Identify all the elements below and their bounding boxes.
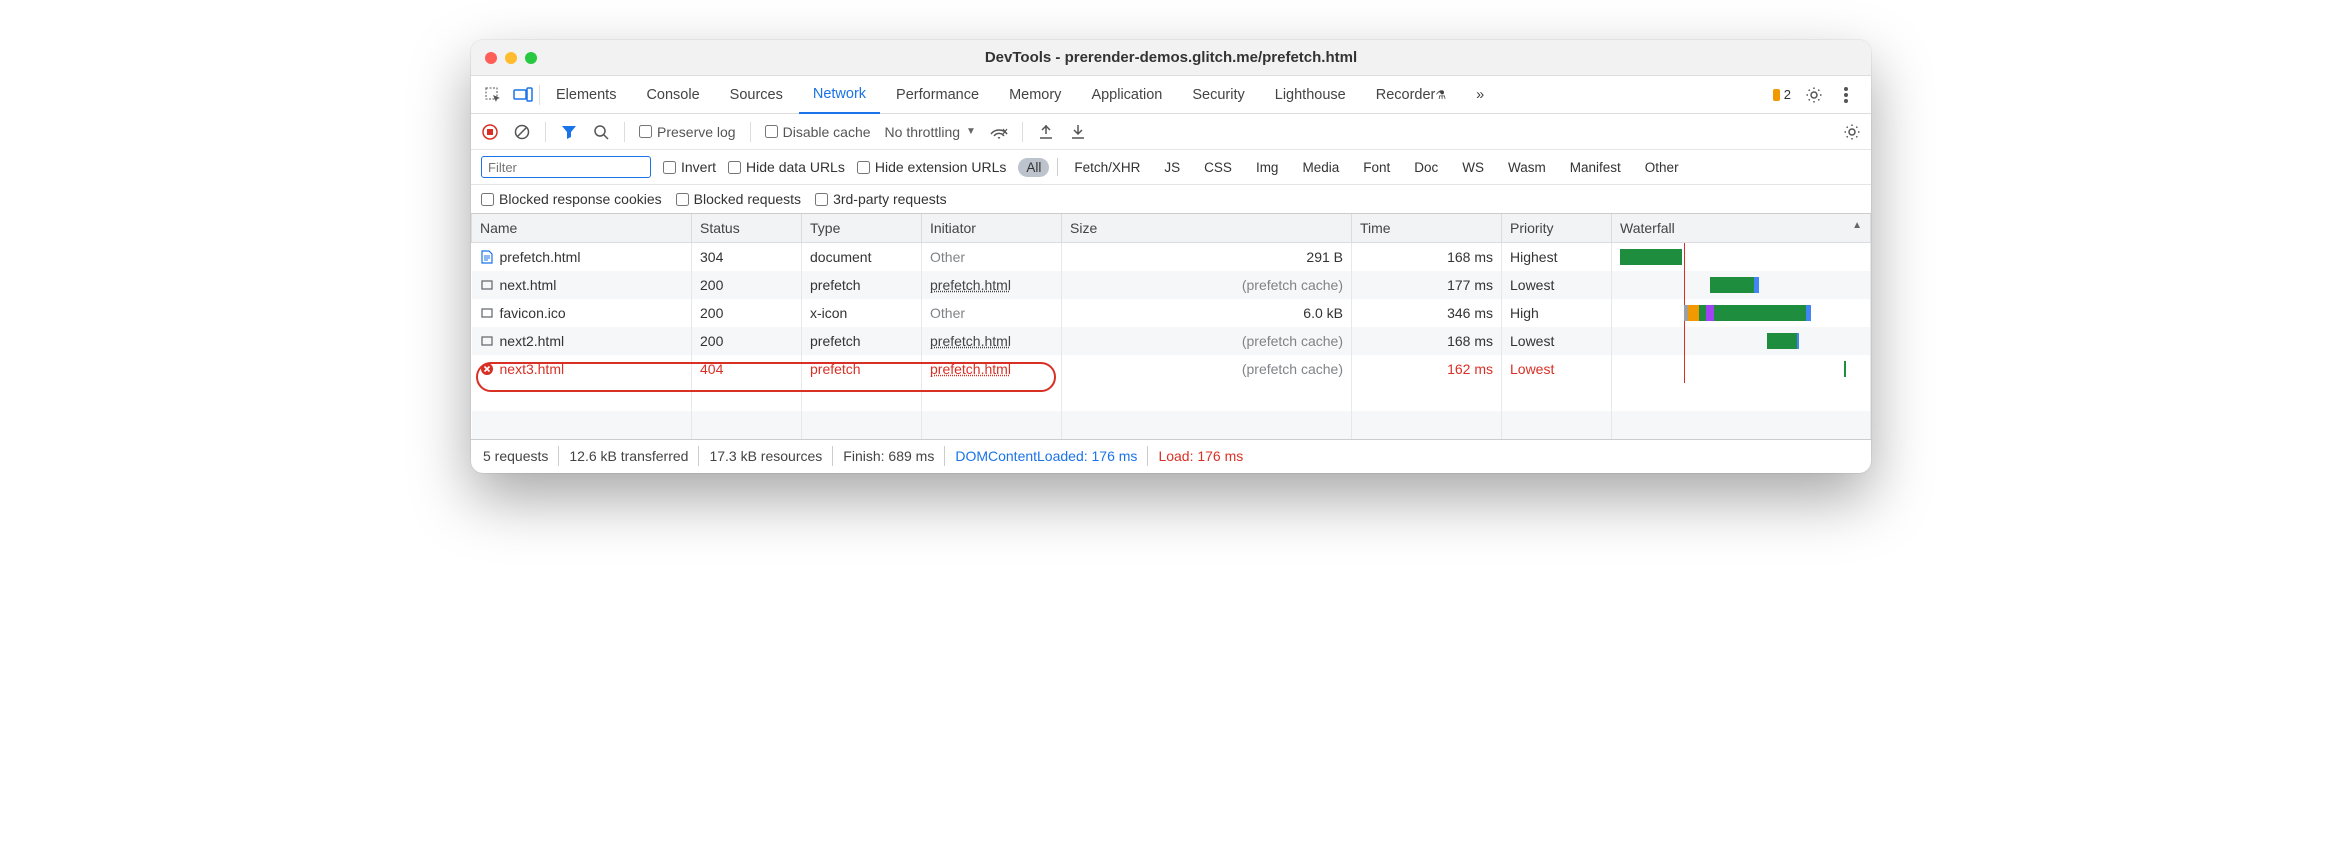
network-conditions-icon[interactable] bbox=[990, 123, 1008, 141]
device-icon[interactable] bbox=[509, 87, 537, 103]
col-time[interactable]: Time bbox=[1352, 214, 1502, 243]
col-waterfall[interactable]: Waterfall▲ bbox=[1612, 214, 1871, 243]
col-status[interactable]: Status bbox=[692, 214, 802, 243]
stat-requests: 5 requests bbox=[483, 448, 548, 464]
col-priority[interactable]: Priority bbox=[1502, 214, 1612, 243]
network-settings-icon[interactable] bbox=[1843, 123, 1861, 141]
filter-bar-2: Blocked response cookies Blocked request… bbox=[471, 185, 1871, 214]
initiator-link[interactable]: prefetch.html bbox=[930, 277, 1011, 293]
filter-type-fetchxhr[interactable]: Fetch/XHR bbox=[1066, 158, 1148, 177]
export-icon[interactable] bbox=[1069, 123, 1087, 141]
stat-transferred: 12.6 kB transferred bbox=[569, 448, 688, 464]
filter-bar: Invert Hide data URLs Hide extension URL… bbox=[471, 150, 1871, 185]
tab-recorder[interactable]: Recorder ⚗ bbox=[1362, 76, 1460, 113]
table-row[interactable]: next.html200prefetchprefetch.html(prefet… bbox=[472, 271, 1871, 299]
waterfall-cell bbox=[1612, 299, 1871, 327]
initiator-link[interactable]: prefetch.html bbox=[930, 361, 1011, 377]
tab-console[interactable]: Console bbox=[632, 76, 713, 113]
tab-security[interactable]: Security bbox=[1178, 76, 1258, 113]
titlebar: DevTools - prerender-demos.glitch.me/pre… bbox=[471, 40, 1871, 76]
col-name[interactable]: Name bbox=[472, 214, 692, 243]
status-bar: 5 requests 12.6 kB transferred 17.3 kB r… bbox=[471, 439, 1871, 473]
table-row[interactable]: favicon.ico200x-iconOther6.0 kB346 msHig… bbox=[472, 299, 1871, 327]
filter-type-ws[interactable]: WS bbox=[1454, 158, 1492, 177]
filter-type-other[interactable]: Other bbox=[1637, 158, 1687, 177]
blocked-cookies-checkbox[interactable]: Blocked response cookies bbox=[481, 191, 662, 207]
filter-input[interactable] bbox=[481, 156, 651, 178]
stat-domcontentloaded: DOMContentLoaded: 176 ms bbox=[955, 448, 1137, 464]
tab-performance[interactable]: Performance bbox=[882, 76, 993, 113]
col-type[interactable]: Type bbox=[802, 214, 922, 243]
tab-network[interactable]: Network bbox=[799, 77, 880, 114]
filter-type-doc[interactable]: Doc bbox=[1406, 158, 1446, 177]
error-icon bbox=[480, 362, 494, 376]
issues-badge[interactable]: 2 bbox=[1773, 87, 1791, 102]
inspect-icon[interactable] bbox=[479, 86, 507, 104]
stat-finish: Finish: 689 ms bbox=[843, 448, 934, 464]
tab-elements[interactable]: Elements bbox=[542, 76, 630, 113]
initiator-link[interactable]: prefetch.html bbox=[930, 333, 1011, 349]
search-icon[interactable] bbox=[592, 123, 610, 141]
kebab-icon[interactable] bbox=[1837, 86, 1855, 104]
stat-load: Load: 176 ms bbox=[1158, 448, 1243, 464]
table-row[interactable]: next2.html200prefetchprefetch.html(prefe… bbox=[472, 327, 1871, 355]
network-toolbar: Preserve log Disable cache No throttling… bbox=[471, 114, 1871, 150]
window-title: DevTools - prerender-demos.glitch.me/pre… bbox=[471, 49, 1871, 66]
table-row[interactable]: prefetch.html304documentOther291 B168 ms… bbox=[472, 243, 1871, 271]
filter-type-media[interactable]: Media bbox=[1294, 158, 1347, 177]
file-icon bbox=[480, 334, 494, 348]
record-icon[interactable] bbox=[481, 123, 499, 141]
hide-extension-urls-checkbox[interactable]: Hide extension URLs bbox=[857, 159, 1007, 175]
preserve-log-checkbox[interactable]: Preserve log bbox=[639, 124, 736, 140]
filter-type-img[interactable]: Img bbox=[1248, 158, 1287, 177]
filter-type-manifest[interactable]: Manifest bbox=[1562, 158, 1629, 177]
blocked-requests-checkbox[interactable]: Blocked requests bbox=[676, 191, 801, 207]
filter-type-wasm[interactable]: Wasm bbox=[1500, 158, 1554, 177]
waterfall-cell bbox=[1612, 327, 1871, 355]
tab-lighthouse[interactable]: Lighthouse bbox=[1261, 76, 1360, 113]
filter-type-font[interactable]: Font bbox=[1355, 158, 1398, 177]
panel-tabs: ElementsConsoleSourcesNetworkPerformance… bbox=[471, 76, 1871, 114]
document-icon bbox=[480, 250, 494, 264]
tab-sources[interactable]: Sources bbox=[716, 76, 797, 113]
third-party-checkbox[interactable]: 3rd-party requests bbox=[815, 191, 947, 207]
col-initiator[interactable]: Initiator bbox=[922, 214, 1062, 243]
col-size[interactable]: Size bbox=[1062, 214, 1352, 243]
table-row[interactable]: next3.html404prefetchprefetch.html(prefe… bbox=[472, 355, 1871, 383]
devtools-window: DevTools - prerender-demos.glitch.me/pre… bbox=[471, 40, 1871, 473]
filter-type-css[interactable]: CSS bbox=[1196, 158, 1240, 177]
more-tabs[interactable]: » bbox=[1462, 76, 1498, 113]
file-icon bbox=[480, 306, 494, 320]
requests-table: NameStatusTypeInitiatorSizeTimePriorityW… bbox=[471, 214, 1871, 439]
file-icon bbox=[480, 278, 494, 292]
invert-checkbox[interactable]: Invert bbox=[663, 159, 716, 175]
settings-icon[interactable] bbox=[1805, 86, 1823, 104]
disable-cache-checkbox[interactable]: Disable cache bbox=[765, 124, 871, 140]
hide-data-urls-checkbox[interactable]: Hide data URLs bbox=[728, 159, 845, 175]
waterfall-cell bbox=[1612, 271, 1871, 299]
import-icon[interactable] bbox=[1037, 123, 1055, 141]
filter-type-all[interactable]: All bbox=[1018, 158, 1049, 177]
throttling-select[interactable]: No throttling▼ bbox=[885, 124, 976, 140]
waterfall-cell bbox=[1612, 355, 1871, 383]
waterfall-cell bbox=[1612, 243, 1871, 271]
clear-icon[interactable] bbox=[513, 123, 531, 141]
tab-application[interactable]: Application bbox=[1077, 76, 1176, 113]
stat-resources: 17.3 kB resources bbox=[709, 448, 822, 464]
tab-memory[interactable]: Memory bbox=[995, 76, 1075, 113]
filter-icon[interactable] bbox=[560, 123, 578, 141]
filter-type-js[interactable]: JS bbox=[1156, 158, 1188, 177]
